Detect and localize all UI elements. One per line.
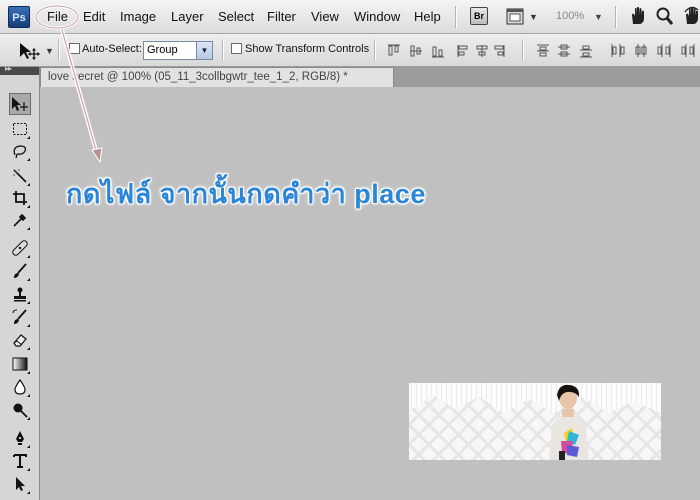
menu-separator — [615, 6, 617, 28]
annotation-text: กดไฟล์ จากนั้นกดคำว่า place — [66, 179, 426, 209]
blur-drop-icon — [14, 379, 26, 395]
bridge-icon[interactable]: Br — [470, 7, 488, 25]
history-brush-icon — [12, 309, 27, 324]
marquee-icon — [13, 123, 27, 135]
chevron-down-icon[interactable]: ▼ — [196, 42, 212, 59]
healing-brush-tool[interactable] — [9, 237, 31, 259]
zoom-level[interactable]: 100% — [556, 10, 584, 22]
menu-help[interactable]: Help — [414, 9, 441, 24]
tools-panel: ▸▸ — [0, 64, 40, 500]
type-icon — [13, 454, 27, 468]
stamp-icon — [14, 287, 26, 302]
menu-select[interactable]: Select — [218, 9, 254, 24]
magic-wand-tool[interactable] — [9, 165, 31, 187]
eyedropper-icon — [13, 213, 27, 227]
options-separator — [522, 39, 524, 61]
bandage-icon — [12, 240, 28, 256]
show-transform-label: Show Transform Controls — [245, 43, 370, 55]
banner-image — [409, 383, 661, 460]
menu-separator — [455, 6, 457, 28]
zoom-icon[interactable] — [656, 6, 674, 26]
options-separator — [222, 39, 224, 61]
menu-window[interactable]: Window — [354, 9, 400, 24]
move-tool[interactable] — [9, 93, 31, 115]
options-separator — [374, 39, 376, 61]
menu-edit[interactable]: Edit — [83, 9, 105, 24]
pen-tool[interactable] — [9, 427, 31, 449]
hand-icon[interactable] — [629, 6, 647, 26]
document-tab-title: love secret @ 100% (05_11_3collbgwtr_tee… — [48, 71, 348, 83]
auto-select-label: Auto-Select: — [82, 43, 142, 55]
eraser-icon — [13, 334, 27, 347]
marquee-tool[interactable] — [9, 118, 31, 140]
photoshop-logo: Ps — [8, 6, 30, 28]
screen-mode-icon[interactable] — [506, 8, 524, 25]
document-tab-bar — [394, 67, 700, 87]
arrow-icon — [16, 477, 25, 491]
brush-tool[interactable] — [9, 260, 31, 282]
lasso-icon — [13, 145, 27, 159]
path-selection-tool[interactable] — [9, 473, 31, 495]
gradient-icon — [12, 357, 28, 371]
move-icon — [12, 97, 28, 111]
crop-icon — [13, 191, 27, 205]
eraser-tool[interactable] — [9, 329, 31, 351]
auto-select-value: Group — [147, 44, 178, 56]
menu-filter[interactable]: Filter — [267, 9, 296, 24]
menu-layer[interactable]: Layer — [171, 9, 204, 24]
align-icons-group[interactable] — [386, 43, 506, 59]
clone-stamp-tool[interactable] — [9, 283, 31, 305]
lasso-tool[interactable] — [9, 140, 31, 162]
pen-icon — [16, 431, 24, 445]
auto-select-dropdown[interactable]: Group ▼ — [143, 41, 213, 60]
auto-select-checkbox[interactable] — [69, 43, 80, 54]
dodge-tool[interactable] — [9, 399, 31, 421]
canvas-image — [409, 383, 661, 460]
tool-preset-dropdown-icon[interactable]: ▼ — [45, 46, 54, 56]
dodge-icon — [13, 403, 28, 418]
magic-wand-icon — [13, 169, 27, 183]
history-brush-tool[interactable] — [9, 306, 31, 328]
type-tool[interactable] — [9, 450, 31, 472]
menu-file[interactable]: File — [47, 9, 68, 24]
screen-mode-dropdown-icon[interactable]: ▼ — [529, 12, 538, 22]
options-separator — [58, 39, 60, 61]
eyedropper-tool[interactable] — [9, 209, 31, 231]
tools-panel-header[interactable]: ▸▸ — [0, 64, 39, 75]
brush-icon — [14, 263, 27, 278]
blur-tool[interactable] — [9, 376, 31, 398]
document-tab[interactable]: love secret @ 100% (05_11_3collbgwtr_tee… — [40, 67, 394, 87]
menu-image[interactable]: Image — [120, 9, 156, 24]
distribute-icons-group[interactable] — [536, 43, 700, 59]
zoom-dropdown-icon[interactable]: ▼ — [594, 12, 603, 22]
move-tool-preset-icon[interactable] — [18, 41, 40, 61]
menu-bar: Ps File Edit Image Layer Select Filter V… — [0, 0, 700, 34]
gradient-tool[interactable] — [9, 353, 31, 375]
options-bar: ▼ Auto-Select: Group ▼ Show Transform Co… — [0, 34, 700, 67]
rotate-icon[interactable] — [683, 6, 700, 26]
menu-view[interactable]: View — [311, 9, 339, 24]
crop-tool[interactable] — [9, 187, 31, 209]
show-transform-checkbox[interactable] — [231, 43, 242, 54]
